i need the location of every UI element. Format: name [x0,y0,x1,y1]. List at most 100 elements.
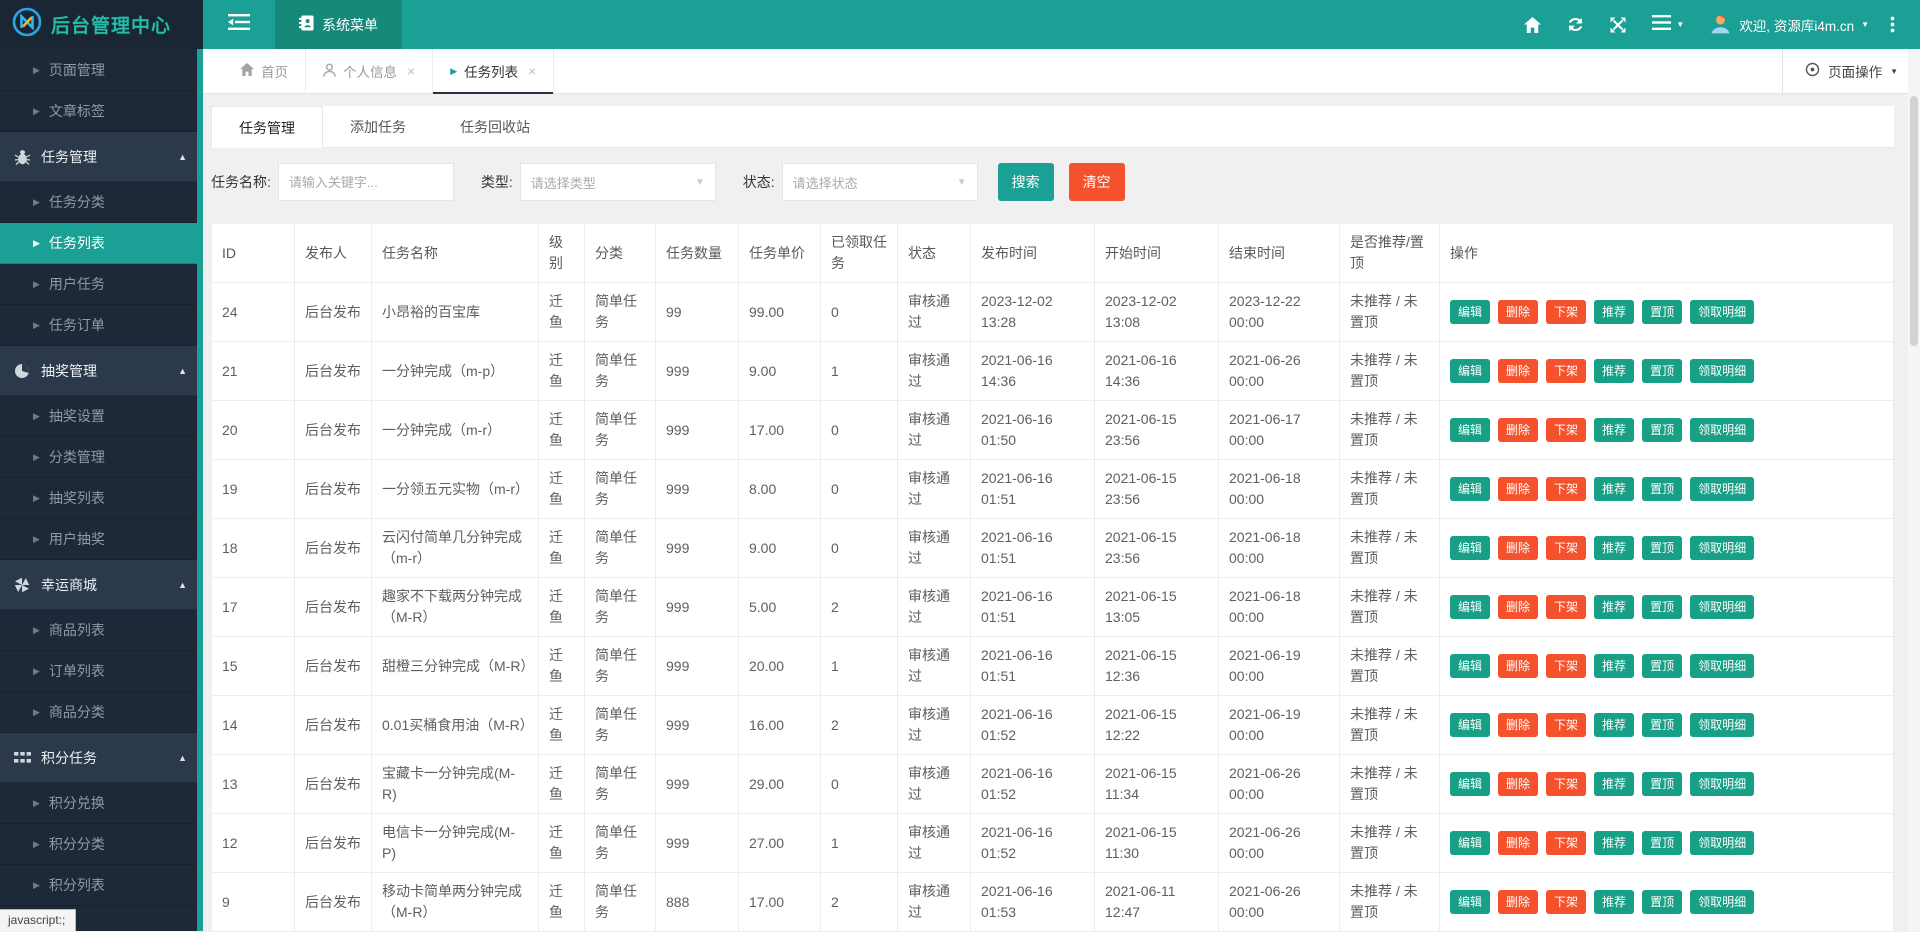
sidebar-section[interactable]: 任务管理▲ [0,132,203,182]
claim-details-button[interactable]: 领取明细 [1690,359,1754,383]
pin-button[interactable]: 置顶 [1642,713,1682,737]
sidebar-section[interactable]: 抽奖管理▲ [0,346,203,396]
pin-button[interactable]: 置顶 [1642,595,1682,619]
pin-button[interactable]: 置顶 [1642,536,1682,560]
delete-button[interactable]: 删除 [1498,772,1538,796]
sidebar-section[interactable]: 积分任务▲ [0,733,203,783]
home-icon-white[interactable] [1511,0,1554,49]
sidebar-item[interactable]: ▶积分分类 [0,824,203,865]
sidebar-item[interactable]: ▶商品分类 [0,692,203,733]
claim-details-button[interactable]: 领取明细 [1690,477,1754,501]
recommend-button[interactable]: 推荐 [1594,595,1634,619]
delete-button[interactable]: 删除 [1498,359,1538,383]
recommend-button[interactable]: 推荐 [1594,300,1634,324]
pin-button[interactable]: 置顶 [1642,477,1682,501]
edit-button[interactable]: 编辑 [1450,300,1490,324]
sidebar-item[interactable]: ▶页面管理 [0,50,203,91]
sidebar-item[interactable]: ▶商品列表 [0,610,203,651]
claim-details-button[interactable]: 领取明细 [1690,831,1754,855]
unlist-button[interactable]: 下架 [1546,536,1586,560]
pin-button[interactable]: 置顶 [1642,654,1682,678]
delete-button[interactable]: 删除 [1498,890,1538,914]
user-menu[interactable]: 欢迎, 资源库i4m.cn ▼ [1709,12,1869,38]
fullscreen-icon[interactable] [1597,0,1639,49]
refresh-icon[interactable] [1554,0,1597,49]
pin-button[interactable]: 置顶 [1642,772,1682,796]
claim-details-button[interactable]: 领取明细 [1690,536,1754,560]
pin-button[interactable]: 置顶 [1642,359,1682,383]
unlist-button[interactable]: 下架 [1546,772,1586,796]
recommend-button[interactable]: 推荐 [1594,713,1634,737]
delete-button[interactable]: 删除 [1498,300,1538,324]
edit-button[interactable]: 编辑 [1450,890,1490,914]
nav-menu-dropdown[interactable]: ▼ [1639,0,1697,49]
recommend-button[interactable]: 推荐 [1594,831,1634,855]
sidebar-item[interactable]: ▶积分兑换 [0,783,203,824]
delete-button[interactable]: 删除 [1498,477,1538,501]
delete-button[interactable]: 删除 [1498,831,1538,855]
pin-button[interactable]: 置顶 [1642,831,1682,855]
edit-button[interactable]: 编辑 [1450,418,1490,442]
edit-button[interactable]: 编辑 [1450,654,1490,678]
status-select[interactable]: 请选择状态 ▼ [782,163,978,201]
claim-details-button[interactable]: 领取明细 [1690,713,1754,737]
recommend-button[interactable]: 推荐 [1594,654,1634,678]
edit-button[interactable]: 编辑 [1450,359,1490,383]
edit-button[interactable]: 编辑 [1450,772,1490,796]
claim-details-button[interactable]: 领取明细 [1690,654,1754,678]
breadcrumb-tab[interactable]: 个人信息× [306,49,433,93]
unlist-button[interactable]: 下架 [1546,713,1586,737]
breadcrumb-tab[interactable]: 首页 [223,49,306,93]
claim-details-button[interactable]: 领取明细 [1690,418,1754,442]
subtab[interactable]: 任务管理 [211,106,323,148]
breadcrumb-tab[interactable]: ▶任务列表× [433,49,554,93]
recommend-button[interactable]: 推荐 [1594,772,1634,796]
claim-details-button[interactable]: 领取明细 [1690,300,1754,324]
recommend-button[interactable]: 推荐 [1594,418,1634,442]
unlist-button[interactable]: 下架 [1546,477,1586,501]
recommend-button[interactable]: 推荐 [1594,477,1634,501]
unlist-button[interactable]: 下架 [1546,418,1586,442]
unlist-button[interactable]: 下架 [1546,595,1586,619]
search-button[interactable]: 搜索 [998,163,1054,201]
unlist-button[interactable]: 下架 [1546,359,1586,383]
sidebar-item[interactable]: ▶分类管理 [0,437,203,478]
sidebar-item[interactable]: ▶抽奖列表 [0,478,203,519]
delete-button[interactable]: 删除 [1498,713,1538,737]
unlist-button[interactable]: 下架 [1546,300,1586,324]
subtab[interactable]: 任务回收站 [433,106,557,147]
delete-button[interactable]: 删除 [1498,595,1538,619]
sidebar-section[interactable]: 幸运商城▲ [0,560,203,610]
sidebar-item[interactable]: ▶用户抽奖 [0,519,203,560]
delete-button[interactable]: 删除 [1498,536,1538,560]
sidebar-item[interactable]: ▶抽奖设置 [0,396,203,437]
edit-button[interactable]: 编辑 [1450,595,1490,619]
unlist-button[interactable]: 下架 [1546,654,1586,678]
sidebar-item[interactable]: ▶用户任务 [0,264,203,305]
page-scrollbar-thumb[interactable] [1910,96,1918,346]
type-select[interactable]: 请选择类型 ▼ [520,163,716,201]
sidebar-scrollbar[interactable] [197,49,203,931]
sidebar-item[interactable]: ▶任务分类 [0,182,203,223]
edit-button[interactable]: 编辑 [1450,713,1490,737]
collapse-sidebar-button[interactable] [203,0,275,49]
subtab[interactable]: 添加任务 [323,106,433,147]
page-scrollbar[interactable] [1908,49,1920,931]
edit-button[interactable]: 编辑 [1450,477,1490,501]
system-menu-tab[interactable]: 系统菜单 [275,0,402,49]
recommend-button[interactable]: 推荐 [1594,536,1634,560]
recommend-button[interactable]: 推荐 [1594,359,1634,383]
pin-button[interactable]: 置顶 [1642,890,1682,914]
sidebar-item[interactable]: ▶文章标签 [0,91,203,132]
claim-details-button[interactable]: 领取明细 [1690,595,1754,619]
edit-button[interactable]: 编辑 [1450,831,1490,855]
unlist-button[interactable]: 下架 [1546,831,1586,855]
sidebar-item[interactable]: ▶任务订单 [0,305,203,346]
more-dots-icon[interactable] [1877,0,1908,49]
edit-button[interactable]: 编辑 [1450,536,1490,560]
claim-details-button[interactable]: 领取明细 [1690,890,1754,914]
claim-details-button[interactable]: 领取明细 [1690,772,1754,796]
page-ops-button[interactable]: 页面操作 ▼ [1782,49,1920,93]
unlist-button[interactable]: 下架 [1546,890,1586,914]
close-icon[interactable]: × [407,63,415,79]
